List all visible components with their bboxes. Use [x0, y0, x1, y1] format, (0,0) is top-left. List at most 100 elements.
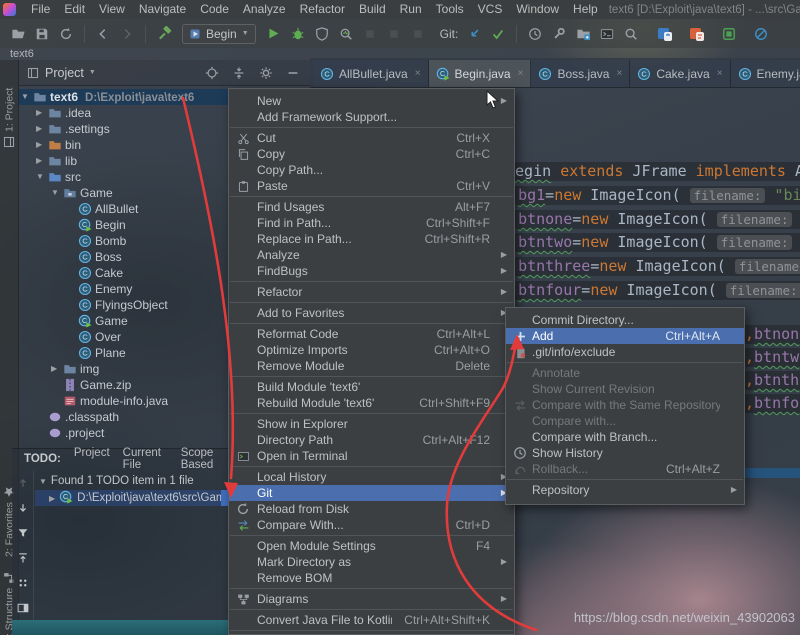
- hide-panel-button[interactable]: [284, 64, 302, 82]
- save-all-button[interactable]: [30, 23, 54, 45]
- menubar-item-vcs[interactable]: VCS: [471, 0, 510, 19]
- git-menu-item-show-history[interactable]: Show History: [506, 445, 744, 461]
- stop-button[interactable]: [406, 23, 430, 45]
- tool-button-project[interactable]: 1: Project: [0, 68, 19, 148]
- menu-item-reformat-code[interactable]: Reformat Code Ctrl+Alt+L: [229, 326, 514, 342]
- preview-pane-button[interactable]: [14, 600, 32, 616]
- todo-tab-project[interactable]: Project: [74, 447, 110, 471]
- close-tab-icon[interactable]: ×: [415, 68, 421, 79]
- group-by-button[interactable]: [14, 575, 32, 591]
- git-menu-item-annotate[interactable]: Annotate: [506, 365, 744, 381]
- menubar-item-view[interactable]: View: [92, 0, 132, 19]
- menu-item-diagrams[interactable]: Diagrams ▶: [229, 591, 514, 607]
- code-fragment[interactable]: ,btnfo: [742, 394, 800, 413]
- chevron-collapsed-icon[interactable]: ▶: [36, 153, 42, 169]
- menu-item-findbugs[interactable]: FindBugs ▶: [229, 263, 514, 279]
- editor-tab-allbullet-java[interactable]: C AllBullet.java ×: [313, 60, 429, 87]
- profiler-button[interactable]: [334, 23, 358, 45]
- scroll-to-source-button[interactable]: [14, 550, 32, 566]
- menubar-item-window[interactable]: Window: [509, 0, 566, 19]
- code-fragment[interactable]: ,btnon: [742, 325, 800, 344]
- close-tab-icon[interactable]: ×: [518, 68, 524, 79]
- menubar-item-navigate[interactable]: Navigate: [132, 0, 193, 19]
- code-line[interactable]: n btntwo=new ImageIcon( filename: "D: [497, 233, 800, 252]
- menu-item-cut[interactable]: Cut Ctrl+X: [229, 130, 514, 146]
- menu-item-find-in-path[interactable]: Find in Path... Ctrl+Shift+F: [229, 215, 514, 231]
- todo-tab-current-file[interactable]: Current File: [123, 447, 168, 471]
- menu-item-mark-directory-as[interactable]: Mark Directory as ▶: [229, 554, 514, 570]
- settings-gear-button[interactable]: [257, 64, 275, 82]
- struct-folder-button[interactable]: [571, 23, 595, 45]
- todo-tab-scope-based[interactable]: Scope Based: [181, 447, 232, 471]
- collapse-all-button[interactable]: [230, 64, 248, 82]
- menu-item-rebuild-module-text6[interactable]: Rebuild Module 'text6' Ctrl+Shift+F9: [229, 395, 514, 411]
- git-menu-item-show-current-revision[interactable]: Show Current Revision: [506, 381, 744, 397]
- menubar-item-run[interactable]: Run: [393, 0, 429, 19]
- menu-item-open-module-settings[interactable]: Open Module Settings F4: [229, 538, 514, 554]
- prev-arrow-button[interactable]: [14, 475, 32, 491]
- menubar-item-file[interactable]: File: [24, 0, 57, 19]
- menu-item-build-module-text6[interactable]: Build Module 'text6': [229, 379, 514, 395]
- menu-item-paste[interactable]: Paste Ctrl+V: [229, 178, 514, 194]
- code-fragment[interactable]: ,btntw: [742, 348, 800, 367]
- editor-tab-cake-java[interactable]: C Cake.java ×: [630, 60, 731, 87]
- chevron-collapsed-icon[interactable]: ▶: [36, 121, 42, 137]
- menubar-item-build[interactable]: Build: [352, 0, 393, 19]
- menu-item-show-in-explorer[interactable]: Show in Explorer: [229, 416, 514, 432]
- menu-item-replace-in-path[interactable]: Replace in Path... Ctrl+Shift+R: [229, 231, 514, 247]
- chevron-expanded-icon[interactable]: ▼: [36, 169, 44, 185]
- project-panel-title[interactable]: Project: [45, 66, 84, 80]
- menu-item-convert-java-file-to-kotlin-file[interactable]: Convert Java File to Kotlin File Ctrl+Alt…: [229, 612, 514, 628]
- stop-button[interactable]: [382, 23, 406, 45]
- menu-item-add-framework-support[interactable]: Add Framework Support...: [229, 109, 514, 125]
- chevron-expanded-icon[interactable]: ▼: [51, 185, 59, 201]
- plugin-green-button[interactable]: [717, 23, 741, 45]
- code-fragment[interactable]: ,btnth: [742, 371, 800, 390]
- hammer-button[interactable]: [152, 23, 176, 45]
- filter-funnel-button[interactable]: [14, 525, 32, 541]
- menu-item-copy-path[interactable]: Copy Path...: [229, 162, 514, 178]
- menubar-item-refactor[interactable]: Refactor: [293, 0, 352, 19]
- editor-tab-enemy-java[interactable]: CEnemy.java×: [730, 60, 800, 87]
- breadcrumb[interactable]: text6: [10, 48, 34, 60]
- chevron-collapsed-icon[interactable]: ▶: [36, 105, 42, 121]
- menu-item-find-usages[interactable]: Find Usages Alt+F7: [229, 199, 514, 215]
- todo-row[interactable]: ▶ C D:\Exploit\java\text6\src\Game: [35, 490, 232, 506]
- menu-item-remove-module[interactable]: Remove Module Delete: [229, 358, 514, 374]
- wrench-button[interactable]: [547, 23, 571, 45]
- terminal2-button[interactable]: [595, 23, 619, 45]
- git-menu-item-commit-directory[interactable]: Commit Directory...: [506, 312, 744, 328]
- menubar-item-tools[interactable]: Tools: [429, 0, 471, 19]
- plugin-blue-button[interactable]: [653, 23, 677, 45]
- coverage-button[interactable]: [310, 23, 334, 45]
- menu-item-git[interactable]: Git ▶: [229, 485, 514, 501]
- git-menu-item-repository[interactable]: Repository ▶: [506, 482, 744, 498]
- git-menu-item-compare-with-the-same-repository-version[interactable]: Compare with the Same Repository Version: [506, 397, 744, 413]
- menu-item-compare-with[interactable]: Compare With... Ctrl+D: [229, 517, 514, 533]
- menu-item-local-history[interactable]: Local History ▶: [229, 469, 514, 485]
- menubar-item-analyze[interactable]: Analyze: [236, 0, 293, 19]
- git-update-button[interactable]: [462, 23, 486, 45]
- close-tab-icon[interactable]: ×: [616, 68, 622, 79]
- editor-tab-boss-java[interactable]: C Boss.java ×: [531, 60, 631, 87]
- chevron-expanded-icon[interactable]: ▼: [39, 477, 47, 486]
- run-configuration-select[interactable]: Begin ▼: [182, 23, 256, 44]
- menu-item-new[interactable]: New ▶: [229, 93, 514, 109]
- git-menu-item-compare-with[interactable]: Compare with...: [506, 413, 744, 429]
- menu-item-optimize-imports[interactable]: Optimize Imports Ctrl+Alt+O: [229, 342, 514, 358]
- locate-button[interactable]: [203, 64, 221, 82]
- play-button[interactable]: [262, 23, 286, 45]
- search-button[interactable]: [619, 23, 643, 45]
- git-menu-item-compare-with-branch[interactable]: Compare with Branch...: [506, 429, 744, 445]
- menubar-item-edit[interactable]: Edit: [57, 0, 92, 19]
- menu-item-remove-bom[interactable]: Remove BOM: [229, 570, 514, 586]
- code-line[interactable]: Begin extends JFrame implements A: [503, 162, 800, 181]
- menubar-item-code[interactable]: Code: [193, 0, 236, 19]
- code-line[interactable]: n bg1=new ImageIcon( filename: "bin\: [497, 186, 800, 205]
- todo-row[interactable]: ▼ Found 1 TODO item in 1 file: [35, 473, 232, 489]
- chevron-collapsed-icon[interactable]: ▶: [51, 361, 57, 377]
- navigation-bar[interactable]: text6: [0, 48, 800, 60]
- code-line[interactable]: n btnfour=new ImageIcon( filename: ": [497, 281, 800, 300]
- forward-button[interactable]: [115, 23, 139, 45]
- plugin-block-button[interactable]: [749, 23, 773, 45]
